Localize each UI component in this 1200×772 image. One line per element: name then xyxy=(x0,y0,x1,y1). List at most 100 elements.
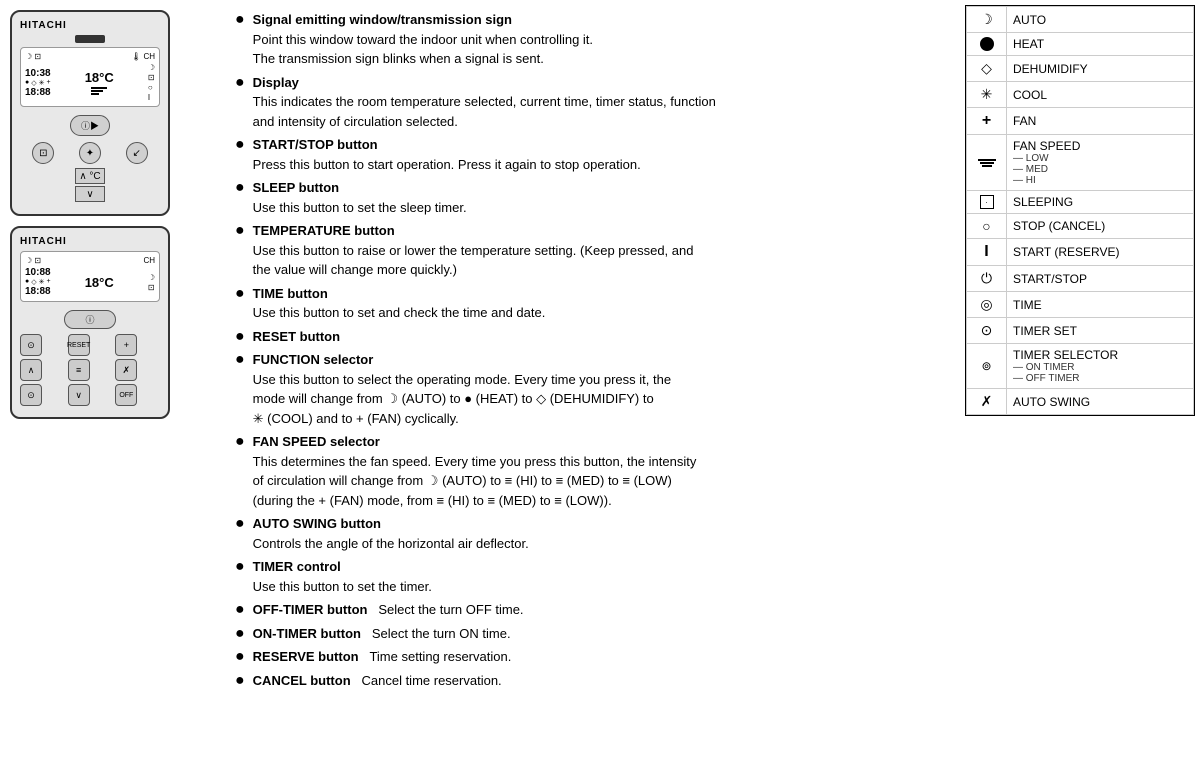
bullet-reset: ● RESET button xyxy=(235,327,945,347)
legend-row-fan-speed: FAN SPEED — LOW— MED— HI xyxy=(967,135,1194,191)
bullet-time-content: TIME button Use this button to set and c… xyxy=(253,284,945,323)
bullet-fan-speed: ● FAN SPEED selector This determines the… xyxy=(235,432,945,510)
r2-off-button[interactable]: OFF xyxy=(115,384,137,406)
descriptions-panel: ● Signal emitting window/transmission si… xyxy=(220,0,960,772)
remote2-display: ☽ ⊡ CH 10:88 ●◇✳+ 18:88 18°C ☽⊡ xyxy=(20,251,160,302)
stop-button[interactable]: ⊡ xyxy=(32,142,54,164)
bullet-on-timer-inline: Select the turn ON time. xyxy=(365,626,511,641)
bullet-signal-title: Signal emitting window/transmission sign xyxy=(253,12,512,27)
legend-row-heat: HEAT xyxy=(967,33,1194,56)
legend-label-auto: AUTO xyxy=(1007,7,1194,33)
bullet-dot-10: ● xyxy=(235,514,245,533)
legend-icon-dehumidify: ◇ xyxy=(967,56,1007,82)
bullet-reserve-content: RESERVE button Time setting reservation. xyxy=(253,647,945,667)
bullet-off-timer-content: OFF-TIMER button Select the turn OFF tim… xyxy=(253,600,945,620)
remote-2: HITACHI ☽ ⊡ CH 10:88 ●◇✳+ 18:88 1 xyxy=(10,226,170,419)
legend-label-dehumidify: DEHUMIDIFY xyxy=(1007,56,1194,82)
legend-label-auto-swing: AUTO SWING xyxy=(1007,389,1194,415)
remote-controls-panel: HITACHI ☽ ⊡ 🌡 CH 10:38 ●◇✳+ 1 xyxy=(0,0,220,772)
bullet-on-timer: ● ON-TIMER button Select the turn ON tim… xyxy=(235,624,945,644)
r2-display-time1: 10:88 xyxy=(25,267,51,278)
legend-icon-fan-speed xyxy=(967,135,1007,191)
bullet-reserve-title: RESERVE button xyxy=(253,649,359,664)
bullet-start-stop-desc: Press this button to start operation. Pr… xyxy=(253,157,641,172)
r2-reset-button[interactable]: RESET xyxy=(68,334,90,356)
legend-label-stop: STOP (CANCEL) xyxy=(1007,214,1194,239)
legend-label-cool: COOL xyxy=(1007,82,1194,108)
legend-icon-cool: ✳ xyxy=(967,82,1007,108)
display-ch: CH xyxy=(143,52,155,61)
r2-btn-8[interactable]: ∨ xyxy=(68,384,90,406)
r2-btn-4[interactable]: ∧ xyxy=(20,359,42,381)
bullet-function-content: FUNCTION selector Use this button to sel… xyxy=(253,350,945,428)
legend-label-fan-speed: FAN SPEED — LOW— MED— HI xyxy=(1007,135,1194,191)
bullet-reserve: ● RESERVE button Time setting reservatio… xyxy=(235,647,945,667)
remote2-brand: HITACHI xyxy=(20,236,160,247)
legend-row-timer-sel: ⊚ TIMER SELECTOR — ON TIMER— OFF TIMER xyxy=(967,344,1194,389)
r2-info-button[interactable]: ⓘ xyxy=(64,310,115,329)
bullet-signal-desc: Point this window toward the indoor unit… xyxy=(253,32,593,67)
legend-row-timer-set: ⊙ TIMER SET xyxy=(967,318,1194,344)
bullet-timer: ● TIMER control Use this button to set t… xyxy=(235,557,945,596)
signal-window xyxy=(75,35,105,43)
bullet-dot-5: ● xyxy=(235,221,245,240)
legend-row-start: I START (RESERVE) xyxy=(967,239,1194,266)
r2-display-ch: CH xyxy=(143,256,155,265)
bullet-timer-desc: Use this button to set the timer. xyxy=(253,579,432,594)
swing-button[interactable]: ↙ xyxy=(126,142,148,164)
legend-table: ☽ AUTO HEAT ◇ DEHUMIDIFY ✳ COOL + FAN xyxy=(966,6,1194,415)
bullet-dot-12: ● xyxy=(235,600,245,619)
temp-down-button[interactable]: ∨ xyxy=(75,186,105,202)
function-button[interactable]: ✦ xyxy=(79,142,101,164)
bullet-dot-7: ● xyxy=(235,327,245,346)
remote1-brand: HITACHI xyxy=(20,20,160,31)
display-mode-icons: ●◇✳+ xyxy=(25,79,51,87)
bullet-start-stop-title: START/STOP button xyxy=(253,137,378,152)
bullet-auto-swing-desc: Controls the angle of the horizontal air… xyxy=(253,536,529,551)
r2-btn-1[interactable]: ⊙ xyxy=(20,334,42,356)
bullet-time: ● TIME button Use this button to set and… xyxy=(235,284,945,323)
legend-icon-start: I xyxy=(967,239,1007,266)
legend-timer-sel-sub: — ON TIMER— OFF TIMER xyxy=(1013,362,1187,384)
legend-icon-timer-sel: ⊚ xyxy=(967,344,1007,389)
legend-label-fan: FAN xyxy=(1007,108,1194,135)
bullet-start-stop-content: START/STOP button Press this button to s… xyxy=(253,135,945,174)
bullet-reserve-inline: Time setting reservation. xyxy=(362,649,511,664)
display-fan-bars xyxy=(91,86,107,96)
r2-btn-7[interactable]: ⊙ xyxy=(20,384,42,406)
legend-icon-fan: + xyxy=(967,108,1007,135)
r2-display-mode-icons: ●◇✳+ xyxy=(25,278,51,286)
bullet-timer-title: TIMER control xyxy=(253,559,341,574)
info-button[interactable]: ⓘ▶ xyxy=(70,115,110,136)
bullet-time-title: TIME button xyxy=(253,286,328,301)
bullet-dot-4: ● xyxy=(235,178,245,197)
legend-label-sleeping: SLEEPING xyxy=(1007,191,1194,214)
legend-row-start-stop: ⏻ START/STOP xyxy=(967,266,1194,292)
bullet-fan-speed-title: FAN SPEED selector xyxy=(253,434,380,449)
r2-display-time2: 18:88 xyxy=(25,286,51,297)
bullet-dot-6: ● xyxy=(235,284,245,303)
bullet-sleep-desc: Use this button to set the sleep timer. xyxy=(253,200,467,215)
bullet-cancel-inline: Cancel time reservation. xyxy=(354,673,501,688)
legend-icon-time: ◎ xyxy=(967,292,1007,318)
display-time1: 10:38 xyxy=(25,68,51,79)
bullet-on-timer-title: ON-TIMER button xyxy=(253,626,361,641)
display-time2: 18:88 xyxy=(25,87,51,98)
legend-icon-stop: ○ xyxy=(967,214,1007,239)
r2-btn-3[interactable]: + xyxy=(115,334,137,356)
legend-row-fan: + FAN xyxy=(967,108,1194,135)
legend-row-auto: ☽ AUTO xyxy=(967,7,1194,33)
r2-swing-button[interactable]: ✗ xyxy=(115,359,137,381)
bullet-display: ● Display This indicates the room temper… xyxy=(235,73,945,132)
remote1-display: ☽ ⊡ 🌡 CH 10:38 ●◇✳+ 18:88 18°C xyxy=(20,47,160,107)
legend-row-time: ◎ TIME xyxy=(967,292,1194,318)
remote-1: HITACHI ☽ ⊡ 🌡 CH 10:38 ●◇✳+ 1 xyxy=(10,10,170,216)
temp-up-button[interactable]: ∧ °C xyxy=(75,168,105,184)
bullet-function: ● FUNCTION selector Use this button to s… xyxy=(235,350,945,428)
bullet-function-desc: Use this button to select the operating … xyxy=(253,372,671,426)
bullet-temperature: ● TEMPERATURE button Use this button to … xyxy=(235,221,945,280)
r2-fan-button[interactable]: ≡ xyxy=(68,359,90,381)
legend-row-stop: ○ STOP (CANCEL) xyxy=(967,214,1194,239)
legend-icon-auto: ☽ xyxy=(967,7,1007,33)
bullet-temperature-title: TEMPERATURE button xyxy=(253,223,395,238)
